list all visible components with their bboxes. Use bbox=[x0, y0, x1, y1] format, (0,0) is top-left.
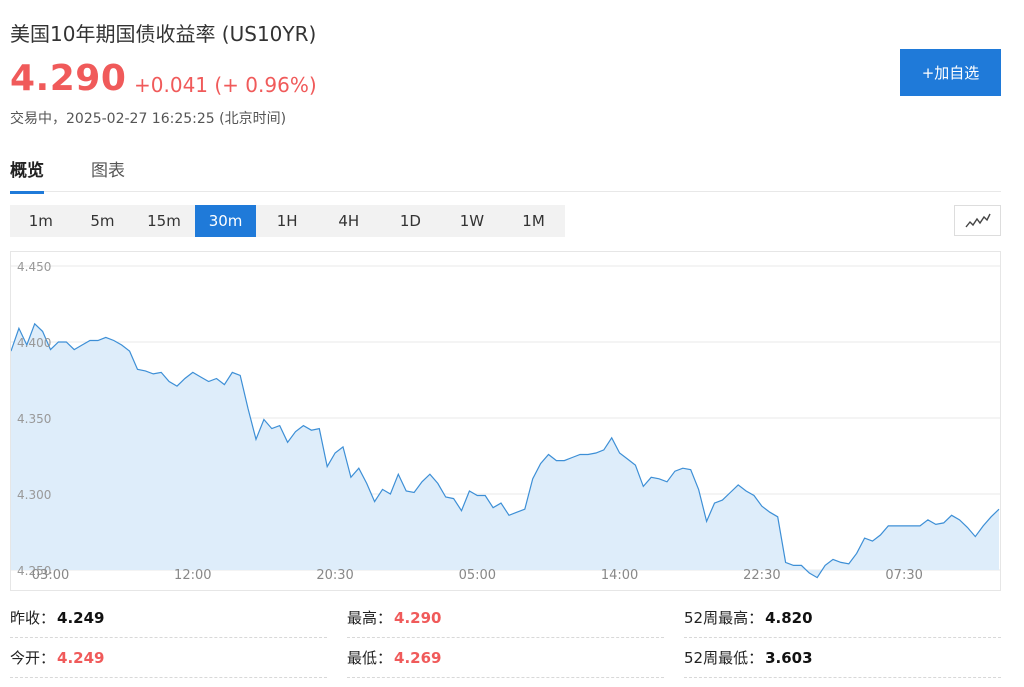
chart-type-toggle[interactable] bbox=[954, 205, 1001, 236]
stat-label: 最高： bbox=[347, 609, 393, 627]
stat-value: 4.290 bbox=[394, 608, 442, 627]
price-chart-svg: 4.4504.4004.3504.3004.25003:00 12:00 20:30… bbox=[11, 260, 1000, 583]
stat-value: 4.249 bbox=[57, 608, 105, 627]
x-tick-label: 07:30 bbox=[885, 568, 922, 583]
trading-status: 交易中，2025-02-27 16:25:25 (北京时间) bbox=[10, 111, 287, 127]
tab-bar: 概览 图表 bbox=[10, 150, 1001, 194]
stat-52w-low: 52周最低： 3.603 bbox=[684, 638, 1001, 678]
period-selector: 1m 5m 15m 30m 1H 4H 1D 1W 1M bbox=[10, 205, 565, 237]
price-change: +0.041 (+ 0.96%) bbox=[134, 73, 317, 97]
stat-open: 今开： 4.249 bbox=[10, 638, 327, 678]
period-1h[interactable]: 1H bbox=[256, 205, 318, 237]
y-tick-label: 4.450 bbox=[17, 260, 51, 274]
period-5m[interactable]: 5m bbox=[72, 205, 134, 237]
add-watchlist-button[interactable]: +加自选 bbox=[900, 49, 1001, 96]
period-30m[interactable]: 30m bbox=[194, 205, 257, 237]
period-1w[interactable]: 1W bbox=[441, 205, 503, 237]
x-tick-label: 05:00 bbox=[459, 568, 496, 583]
area-fill bbox=[11, 323, 999, 578]
tab-chart[interactable]: 图表 bbox=[91, 156, 125, 191]
stat-value: 4.269 bbox=[394, 648, 442, 667]
stat-label: 昨收： bbox=[10, 609, 56, 627]
price-chart: 4.450 4.400 4.350 4.300 4.250 03:00 12:00 20:30… bbox=[10, 251, 1001, 591]
y-tick-label: 4.400 bbox=[17, 336, 51, 350]
current-price: 4.290 bbox=[10, 58, 127, 99]
y-tick-label: 4.300 bbox=[17, 488, 51, 502]
stat-label: 最低： bbox=[347, 649, 393, 667]
stat-high: 最高： 4.290 bbox=[347, 598, 664, 638]
stat-label: 52周最高： bbox=[684, 609, 764, 627]
stat-low: 最低： 4.269 bbox=[347, 638, 664, 678]
period-15m[interactable]: 15m bbox=[133, 205, 195, 237]
x-tick-label: 14:00 bbox=[601, 568, 638, 583]
stat-label: 今开： bbox=[10, 649, 56, 667]
x-tick-label: 03:00 bbox=[32, 568, 69, 583]
period-1d[interactable]: 1D bbox=[380, 205, 442, 237]
line-chart-icon bbox=[964, 213, 991, 227]
stat-label: 52周最低： bbox=[684, 649, 764, 667]
x-tick-label: 12:00 bbox=[174, 568, 211, 583]
stat-value: 4.249 bbox=[57, 648, 105, 667]
x-tick-label: 20:30 bbox=[316, 568, 353, 583]
stat-value: 4.820 bbox=[765, 608, 813, 627]
stat-52w-high: 52周最高： 4.820 bbox=[684, 598, 1001, 638]
page-title: 美国10年期国债收益率 (US10YR) bbox=[10, 22, 317, 46]
y-tick-label: 4.350 bbox=[17, 412, 51, 426]
stat-value: 3.603 bbox=[765, 648, 813, 667]
period-1mo[interactable]: 1M bbox=[503, 205, 565, 237]
period-4h[interactable]: 4H bbox=[318, 205, 380, 237]
stat-prev-close: 昨收： 4.249 bbox=[10, 598, 327, 638]
period-1m[interactable]: 1m bbox=[10, 205, 72, 237]
x-tick-label: 22:30 bbox=[743, 568, 780, 583]
tab-overview[interactable]: 概览 bbox=[10, 156, 44, 194]
